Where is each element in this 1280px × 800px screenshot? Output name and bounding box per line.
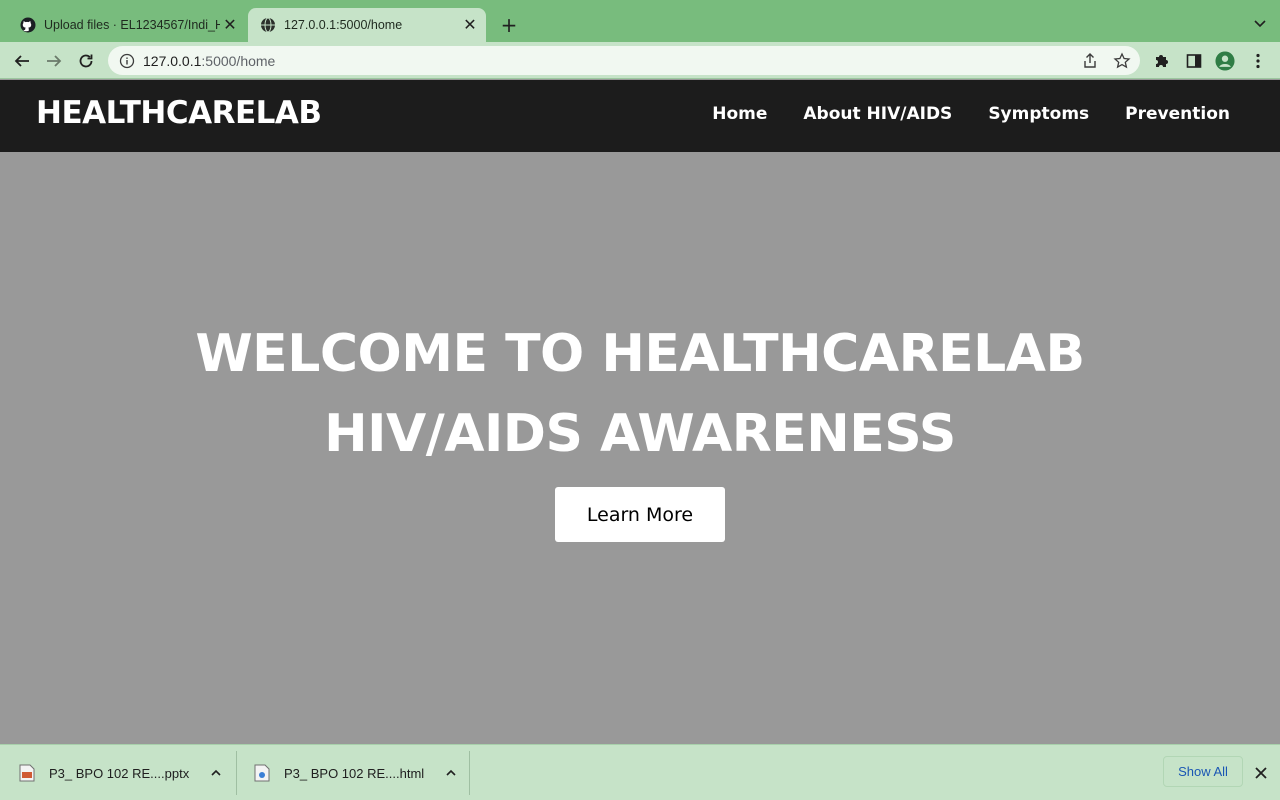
nav-links: Home About HIV/AIDS Symptoms Prevention xyxy=(712,104,1230,124)
forward-button[interactable] xyxy=(43,50,65,72)
tab-title: Upload files · EL1234567/Indi_H xyxy=(44,18,220,32)
new-tab-button[interactable]: + xyxy=(498,13,520,37)
hero-title: WELCOME TO HEALTHCARELAB HIV/AIDS AWAREN… xyxy=(0,314,1280,474)
close-icon xyxy=(1255,767,1267,779)
download-filename: P3_ BPO 102 RE....pptx xyxy=(49,765,190,781)
url-host: 127.0.0.1 xyxy=(143,52,202,69)
back-arrow-icon xyxy=(14,55,29,67)
hero-title-line-2: HIV/AIDS AWARENESS xyxy=(324,404,956,464)
download-shelf: P3_ BPO 102 RE....pptx P3_ BPO 102 RE...… xyxy=(0,744,1280,800)
brand-logo-text[interactable]: HEALTHCARELAB xyxy=(36,95,322,131)
chevron-up-icon[interactable] xyxy=(209,766,223,780)
side-panel-icon xyxy=(1186,54,1202,68)
nav-link-about[interactable]: About HIV/AIDS xyxy=(803,104,952,124)
nav-link-home[interactable]: Home xyxy=(712,104,767,124)
avatar-icon xyxy=(1215,51,1235,71)
back-button[interactable] xyxy=(11,50,33,72)
star-icon[interactable] xyxy=(1113,52,1131,70)
chevron-up-icon[interactable] xyxy=(444,766,458,780)
globe-icon xyxy=(261,17,275,33)
download-filename: P3_ BPO 102 RE....html xyxy=(284,765,425,781)
browser-toolbar: 127.0.0.1:5000/home xyxy=(0,42,1280,79)
show-all-button[interactable]: Show All xyxy=(1163,756,1243,787)
close-tab-icon[interactable]: ✕ xyxy=(220,15,240,35)
info-icon[interactable] xyxy=(119,53,135,69)
pptx-file-icon xyxy=(19,764,35,782)
forward-arrow-icon xyxy=(47,55,62,67)
extensions-button[interactable] xyxy=(1152,51,1172,71)
learn-more-button[interactable]: Learn More xyxy=(555,487,725,542)
hero-title-line-1: WELCOME TO HEALTHCARELAB xyxy=(195,324,1085,384)
nav-link-prevention[interactable]: Prevention xyxy=(1125,104,1230,124)
side-panel-button[interactable] xyxy=(1184,51,1204,71)
kebab-menu-icon xyxy=(1256,53,1260,69)
tab-home[interactable]: 127.0.0.1:5000/home ✕ xyxy=(248,8,486,42)
site-navbar: HEALTHCARELAB Home About HIV/AIDS Sympto… xyxy=(0,80,1280,152)
close-shelf-button[interactable] xyxy=(1252,764,1270,782)
menu-button[interactable] xyxy=(1248,51,1268,71)
share-icon[interactable] xyxy=(1081,52,1099,70)
divider xyxy=(236,751,237,795)
url-text: 127.0.0.1:5000/home xyxy=(143,53,275,69)
tab-title: 127.0.0.1:5000/home xyxy=(284,18,403,32)
download-item-html[interactable]: P3_ BPO 102 RE....html xyxy=(254,745,458,800)
url-path: :5000/home xyxy=(201,52,276,69)
nav-link-symptoms[interactable]: Symptoms xyxy=(988,104,1089,124)
reload-button[interactable] xyxy=(75,50,97,72)
divider xyxy=(469,751,470,795)
hero-section: WELCOME TO HEALTHCARELAB HIV/AIDS AWAREN… xyxy=(0,152,1280,744)
profile-button[interactable] xyxy=(1215,51,1235,71)
tab-upload-files[interactable]: Upload files · EL1234567/Indi_H ✕ xyxy=(8,8,246,42)
github-icon xyxy=(20,17,36,33)
reload-icon xyxy=(79,54,93,68)
download-item-pptx[interactable]: P3_ BPO 102 RE....pptx xyxy=(19,745,223,800)
html-file-icon xyxy=(254,764,270,782)
close-tab-icon[interactable]: ✕ xyxy=(460,15,480,35)
address-bar[interactable]: 127.0.0.1:5000/home xyxy=(108,46,1140,75)
chevron-down-icon[interactable] xyxy=(1252,15,1268,31)
tab-strip: Upload files · EL1234567/Indi_H ✕ 127.0.… xyxy=(0,0,1280,42)
puzzle-icon xyxy=(1156,55,1168,67)
